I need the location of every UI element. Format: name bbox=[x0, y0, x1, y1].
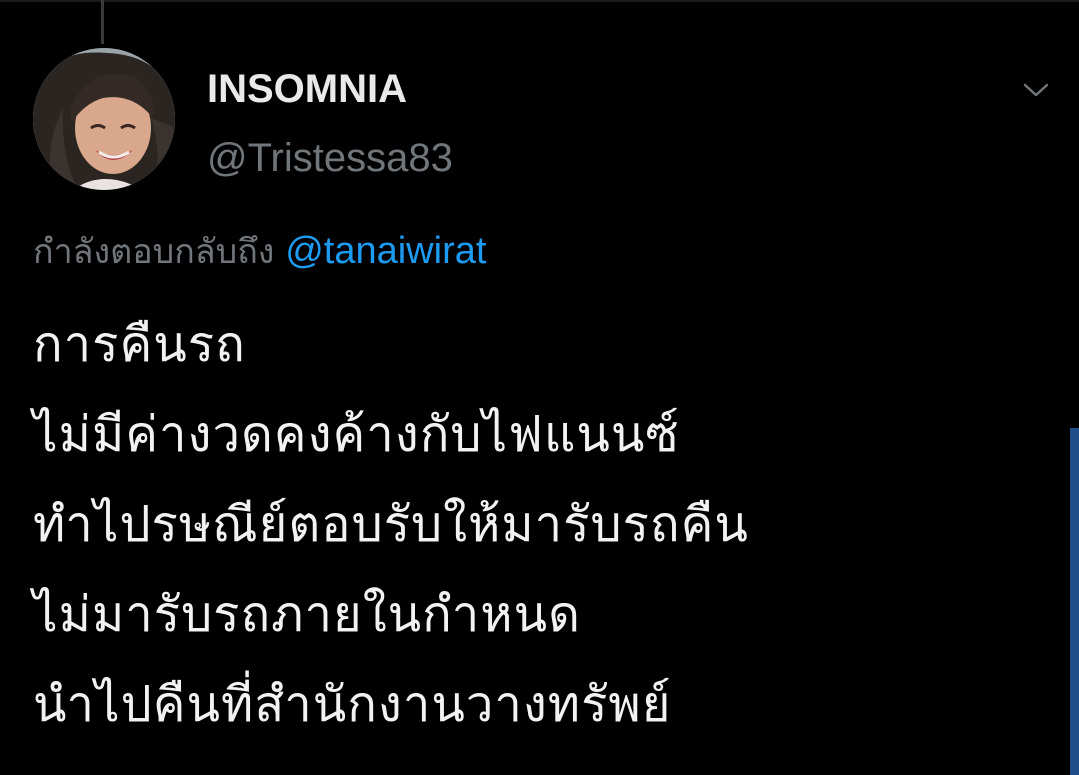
author-handle[interactable]: @Tristessa83 bbox=[207, 133, 453, 183]
avatar-photo-icon bbox=[33, 48, 175, 190]
tweet-text-line: การคืนรถ bbox=[33, 316, 246, 373]
reply-context: กำลังตอบกลับถึง @tanaiwirat bbox=[33, 227, 486, 276]
reply-prefix: กำลังตอบกลับถึง bbox=[33, 232, 275, 272]
tweet-text-line: นำไปคืนที่สำนักงานวางทรัพย์ bbox=[33, 676, 672, 733]
tweet-text-line: ทำไปรษณีย์ตอบรับให้มารับรถคืน bbox=[33, 496, 749, 553]
top-divider bbox=[0, 0, 1079, 2]
thread-connector-line bbox=[101, 0, 104, 44]
tweet-menu-button[interactable] bbox=[1016, 72, 1056, 108]
tweet-text-line: ไม่มีค่างวดคงค้างกับไฟแนนซ์ bbox=[33, 406, 680, 463]
tweet-body: การคืนรถ ไม่มีค่างวดคงค้างกับไฟแนนซ์ ทำไ… bbox=[33, 300, 749, 750]
tweet-text-line: ไม่มารับรถภายในกำหนด bbox=[33, 586, 581, 643]
author-display-name[interactable]: INSOMNIA bbox=[207, 64, 407, 114]
scrollbar-thumb[interactable] bbox=[1070, 428, 1079, 775]
chevron-down-icon bbox=[1023, 83, 1049, 97]
author-avatar[interactable] bbox=[33, 48, 175, 190]
reply-mention-link[interactable]: @tanaiwirat bbox=[285, 230, 486, 272]
